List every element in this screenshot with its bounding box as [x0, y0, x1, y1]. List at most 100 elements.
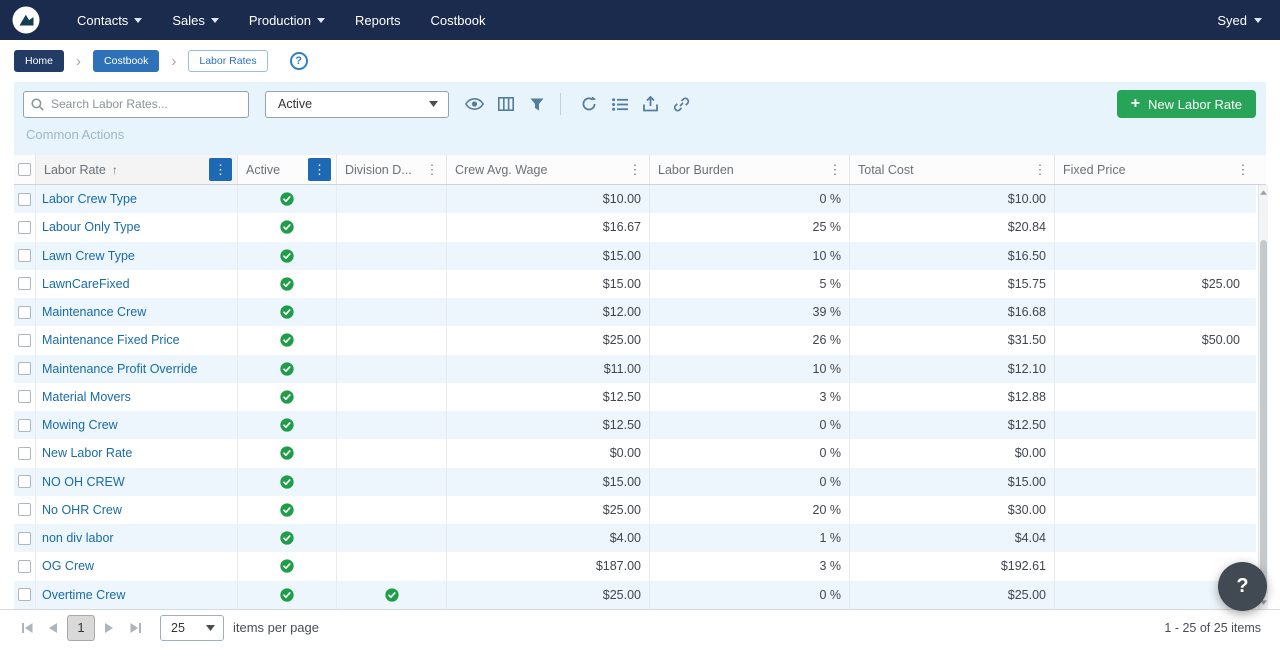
row-checkbox[interactable]: [18, 277, 31, 290]
row-checkbox[interactable]: [18, 560, 31, 573]
row-checkbox[interactable]: [18, 334, 31, 347]
status-filter-select[interactable]: Active: [265, 91, 449, 118]
search-input[interactable]: [23, 91, 249, 118]
labor-rate-link[interactable]: Labour Only Type: [42, 220, 140, 234]
column-header-fixed-price[interactable]: Fixed Price ⋮: [1055, 155, 1266, 184]
row-checkbox[interactable]: [18, 419, 31, 432]
user-menu[interactable]: Syed: [1217, 13, 1262, 28]
column-header-crew-avg-wage[interactable]: Crew Avg. Wage ⋮: [447, 155, 650, 184]
row-checkbox[interactable]: [18, 221, 31, 234]
column-menu-button-labor-burden[interactable]: ⋮: [826, 158, 844, 181]
table-row[interactable]: Material Movers $12.50 3 % $12.88: [14, 383, 1256, 411]
labor-rate-link[interactable]: Maintenance Fixed Price: [42, 333, 180, 347]
labor-rate-link[interactable]: Maintenance Crew: [42, 305, 146, 319]
active-check-icon: [280, 390, 294, 404]
breadcrumb-home-button[interactable]: Home: [14, 50, 64, 72]
labor-rate-link[interactable]: Lawn Crew Type: [42, 249, 135, 263]
column-menu-button-division-default[interactable]: ⋮: [423, 158, 441, 181]
refresh-button[interactable]: [576, 92, 601, 117]
table-row[interactable]: non div labor $4.00 1 % $4.04: [14, 524, 1256, 552]
division-default-cell: [337, 552, 447, 580]
select-all-checkbox[interactable]: [18, 163, 31, 176]
nav-item-contacts[interactable]: Contacts: [62, 0, 157, 40]
vertical-scrollbar[interactable]: [1258, 185, 1268, 609]
labor-rate-link[interactable]: Maintenance Profit Override: [42, 362, 198, 376]
breadcrumb-labor-rates-button[interactable]: Labor Rates: [188, 50, 267, 72]
column-header-active[interactable]: Active ⋮: [238, 155, 337, 184]
common-actions-menu[interactable]: Common Actions: [26, 127, 124, 142]
nav-item-production[interactable]: Production: [234, 0, 340, 40]
row-checkbox[interactable]: [18, 362, 31, 375]
labor-rate-link[interactable]: Mowing Crew: [42, 418, 118, 432]
column-menu-button-crew-avg-wage[interactable]: ⋮: [626, 158, 644, 181]
first-page-button[interactable]: [14, 615, 40, 641]
scrollbar-thumb[interactable]: [1260, 240, 1267, 590]
table-row[interactable]: OG Crew $187.00 3 % $192.61: [14, 552, 1256, 580]
column-header-division-default[interactable]: Division D... ⋮: [337, 155, 447, 184]
link-button[interactable]: [669, 92, 694, 117]
row-checkbox[interactable]: [18, 306, 31, 319]
view-toggle-button[interactable]: [462, 92, 487, 117]
table-row[interactable]: Labor Crew Type $10.00 0 % $10.00: [14, 185, 1256, 213]
nav-item-sales[interactable]: Sales: [157, 0, 234, 40]
labor-rate-link[interactable]: NO OH CREW: [42, 475, 125, 489]
last-page-button[interactable]: [122, 615, 148, 641]
column-menu-button-total-cost[interactable]: ⋮: [1031, 158, 1049, 181]
row-checkbox[interactable]: [18, 447, 31, 460]
next-page-button[interactable]: [96, 615, 122, 641]
row-checkbox[interactable]: [18, 193, 31, 206]
page-1-button[interactable]: 1: [67, 615, 95, 641]
table-row[interactable]: Overtime Crew $25.00 0 % $25.00: [14, 581, 1256, 609]
column-menu-button-active[interactable]: ⋮: [308, 158, 331, 181]
caret-down-icon: [429, 101, 438, 107]
prev-page-button[interactable]: [40, 615, 66, 641]
row-checkbox[interactable]: [18, 390, 31, 403]
table-row[interactable]: Maintenance Fixed Price $25.00 26 % $31.…: [14, 326, 1256, 354]
nav-item-reports[interactable]: Reports: [340, 0, 416, 40]
active-cell: [238, 383, 337, 411]
choose-columns-button[interactable]: [493, 92, 518, 117]
labor-rate-link[interactable]: non div labor: [42, 531, 114, 545]
labor-rate-link[interactable]: LawnCareFixed: [42, 277, 130, 291]
row-checkbox[interactable]: [18, 249, 31, 262]
table-row[interactable]: LawnCareFixed $15.00 5 % $15.75 $25.00: [14, 270, 1256, 298]
labor-rate-link[interactable]: OG Crew: [42, 559, 94, 573]
row-checkbox[interactable]: [18, 475, 31, 488]
list-view-button[interactable]: [607, 92, 632, 117]
labor-rate-link[interactable]: Material Movers: [42, 390, 131, 404]
column-header-total-cost[interactable]: Total Cost ⋮: [850, 155, 1055, 184]
labor-rate-name-cell: LawnCareFixed: [36, 270, 238, 298]
export-button[interactable]: [638, 92, 663, 117]
column-menu-button-fixed-price[interactable]: ⋮: [1234, 158, 1252, 181]
app-logo[interactable]: [12, 6, 40, 34]
table-row[interactable]: Lawn Crew Type $15.00 10 % $16.50: [14, 242, 1256, 270]
column-header-labor-burden[interactable]: Labor Burden ⋮: [650, 155, 850, 184]
column-header-labor-rate[interactable]: Labor Rate ↑ ⋮: [36, 155, 238, 184]
breadcrumb-costbook-button[interactable]: Costbook: [93, 50, 159, 72]
table-row[interactable]: Maintenance Profit Override $11.00 10 % …: [14, 355, 1256, 383]
page-size-select[interactable]: 25: [160, 615, 224, 641]
table-row[interactable]: New Labor Rate $0.00 0 % $0.00: [14, 439, 1256, 467]
filter-button[interactable]: [524, 92, 549, 117]
help-fab-button[interactable]: ?: [1218, 562, 1267, 611]
table-row[interactable]: Mowing Crew $12.50 0 % $12.50: [14, 411, 1256, 439]
table-row[interactable]: NO OH CREW $15.00 0 % $15.00: [14, 468, 1256, 496]
row-checkbox[interactable]: [18, 503, 31, 516]
pagination-bar: 1 25 items per page 1 - 25 of 25 items: [0, 609, 1280, 645]
kebab-icon: ⋮: [313, 163, 326, 176]
nav-item-costbook[interactable]: Costbook: [416, 0, 501, 40]
new-labor-rate-button[interactable]: + New Labor Rate: [1117, 90, 1256, 118]
table-row[interactable]: Maintenance Crew $12.00 39 % $16.68: [14, 298, 1256, 326]
labor-rate-link[interactable]: Overtime Crew: [42, 588, 125, 602]
labor-rate-link[interactable]: No OHR Crew: [42, 503, 122, 517]
row-checkbox[interactable]: [18, 532, 31, 545]
labor-rate-link[interactable]: New Labor Rate: [42, 446, 132, 460]
scroll-up-icon[interactable]: [1259, 186, 1268, 198]
table-row[interactable]: Labour Only Type $16.67 25 % $20.84: [14, 213, 1256, 241]
total-cost-cell: $15.00: [850, 468, 1055, 496]
page-help-icon[interactable]: ?: [290, 52, 308, 70]
row-checkbox[interactable]: [18, 588, 31, 601]
labor-rate-link[interactable]: Labor Crew Type: [42, 192, 137, 206]
table-row[interactable]: No OHR Crew $25.00 20 % $30.00: [14, 496, 1256, 524]
column-menu-button-labor-rate[interactable]: ⋮: [209, 158, 232, 181]
